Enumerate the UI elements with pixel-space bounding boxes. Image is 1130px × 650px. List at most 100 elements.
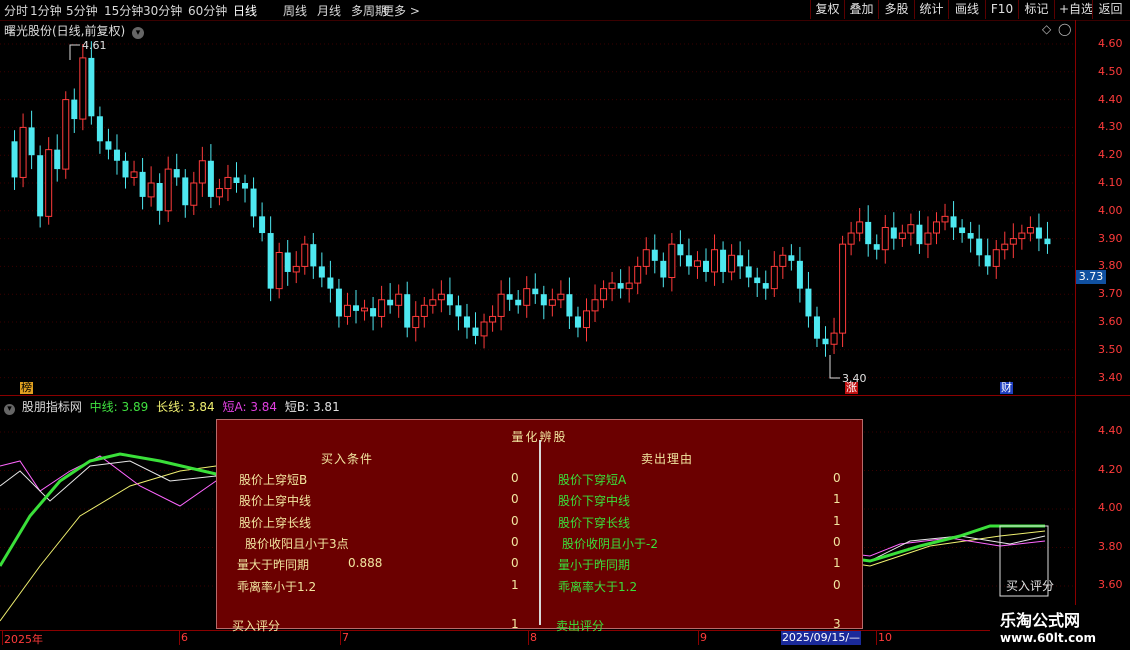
- price-axis-divider: [1075, 20, 1076, 630]
- toolbar-button-1[interactable]: 叠加: [844, 0, 878, 19]
- candle-body: [88, 57, 95, 117]
- candle-body: [693, 260, 701, 267]
- candle-body: [472, 327, 479, 336]
- sell-condition-value: 0: [833, 534, 841, 549]
- buy-condition-value: 0: [511, 513, 519, 528]
- toolbar-button-2[interactable]: 多股: [878, 0, 914, 19]
- period-6[interactable]: 日线: [233, 2, 257, 19]
- candle-body: [455, 305, 462, 317]
- indicator-tick: 4.20: [1098, 462, 1123, 476]
- candle-body: [779, 254, 787, 267]
- toolbar-button-0[interactable]: 复权: [810, 0, 844, 19]
- current-price-tag: 3.73: [1076, 270, 1106, 284]
- toolbar-button-4[interactable]: 画线: [948, 0, 985, 19]
- candle-body: [523, 288, 531, 306]
- candle-body: [1044, 238, 1051, 245]
- buy-condition-label: 股价收阳且小于3点: [245, 536, 349, 551]
- candle-body: [668, 243, 676, 279]
- candle-body: [959, 227, 966, 234]
- sell-condition-label: 股价下穿短A: [558, 473, 627, 487]
- candle-body: [822, 338, 829, 345]
- candle-body: [420, 304, 428, 317]
- toolbar-button-8[interactable]: 返回: [1092, 0, 1128, 19]
- price-tick: 4.40: [1098, 92, 1123, 106]
- period-4[interactable]: 30分钟: [143, 2, 182, 19]
- candle-body: [19, 126, 27, 178]
- candle-body: [378, 299, 386, 317]
- candle-body: [327, 277, 334, 289]
- candle-body: [582, 310, 590, 329]
- candlestick-chart[interactable]: [0, 20, 1075, 395]
- watermark-box: 乐淘公式网 www.60lt.com: [990, 605, 1130, 650]
- date-tick: 7: [342, 631, 349, 644]
- candle-body: [301, 243, 309, 267]
- buy-condition-label: 股价上穿短B: [239, 473, 308, 487]
- candle-body: [788, 255, 795, 261]
- toolbar-button-3[interactable]: 统计: [914, 0, 948, 19]
- candle-body: [489, 315, 497, 323]
- sell-condition-value: 0: [833, 471, 841, 485]
- candle-body: [173, 169, 180, 178]
- candle-body: [548, 299, 556, 306]
- candle-body: [182, 177, 189, 206]
- candle-body: [284, 252, 291, 272]
- candle-body: [292, 265, 300, 273]
- period-0[interactable]: 分时: [4, 2, 28, 19]
- date-tick: 6: [181, 631, 188, 644]
- sell-condition-value: 1: [833, 513, 841, 528]
- toolbar-button-7[interactable]: +自选: [1054, 0, 1093, 19]
- indicator-tick: 4.00: [1098, 501, 1123, 514]
- candle-body: [275, 252, 283, 290]
- marker-finance[interactable]: 财: [1000, 382, 1013, 394]
- buy-condition-label: 量大于昨同期: [237, 558, 310, 573]
- period-1[interactable]: 1分钟: [30, 2, 62, 19]
- candle-body: [446, 294, 453, 306]
- candle-body: [429, 299, 437, 306]
- candle-body: [856, 221, 864, 234]
- candle-body: [343, 304, 351, 317]
- marker-rise[interactable]: 涨: [845, 382, 858, 394]
- candle-body: [907, 224, 915, 234]
- candle-body: [37, 155, 44, 217]
- toolbar-button-6[interactable]: 标记: [1018, 0, 1054, 19]
- candle-body: [387, 299, 394, 306]
- period-3[interactable]: 15分钟: [104, 2, 143, 19]
- candle-body: [916, 224, 923, 245]
- candle-body: [147, 182, 155, 198]
- candle-body: [139, 171, 146, 197]
- candle-body: [881, 226, 889, 251]
- toolbar-button-5[interactable]: F10: [985, 0, 1018, 19]
- candle-body: [976, 238, 983, 256]
- candle-body: [463, 316, 470, 328]
- date-tick-mark: [340, 631, 341, 645]
- price-tick: 3.40: [1098, 370, 1123, 384]
- date-cursor-label: 2025/09/15/—: [781, 631, 861, 645]
- candle-body: [992, 249, 1000, 267]
- candle-body: [497, 293, 505, 317]
- candle-body: [113, 149, 120, 161]
- buy-condition-label: 买入评分: [232, 619, 281, 633]
- marker-rank[interactable]: 榜: [20, 382, 33, 394]
- period-2[interactable]: 5分钟: [66, 2, 98, 19]
- candle-body: [480, 321, 488, 337]
- candle-body: [11, 141, 18, 178]
- candle-body: [642, 249, 650, 267]
- sell-condition-value: 1: [833, 556, 841, 571]
- buy-condition-label: 股价上穿长线: [239, 515, 312, 530]
- period-8[interactable]: 月线: [317, 2, 341, 19]
- period-toolbar: 分时 1分钟 5分钟 15分钟 30分钟 60分钟 日线 周线 月线 多周期 更多 > 复权 叠加 多股统…: [0, 0, 1130, 21]
- candle-body: [215, 188, 223, 198]
- sell-condition-label: 量小于昨同期: [558, 558, 631, 573]
- date-tick: 10: [878, 631, 892, 644]
- buy-condition-value: 1: [511, 577, 519, 592]
- candle-body: [233, 177, 240, 183]
- period-10[interactable]: 更多 >: [382, 2, 420, 19]
- price-tick: 4.30: [1098, 120, 1123, 134]
- period-7[interactable]: 周线: [283, 2, 307, 19]
- buy-condition-value: 0: [511, 471, 519, 485]
- candle-body: [242, 183, 249, 189]
- buy-header: 买入条件: [321, 452, 374, 466]
- candle-body: [651, 249, 658, 261]
- period-5[interactable]: 60分钟: [188, 2, 227, 19]
- candle-body: [617, 283, 624, 289]
